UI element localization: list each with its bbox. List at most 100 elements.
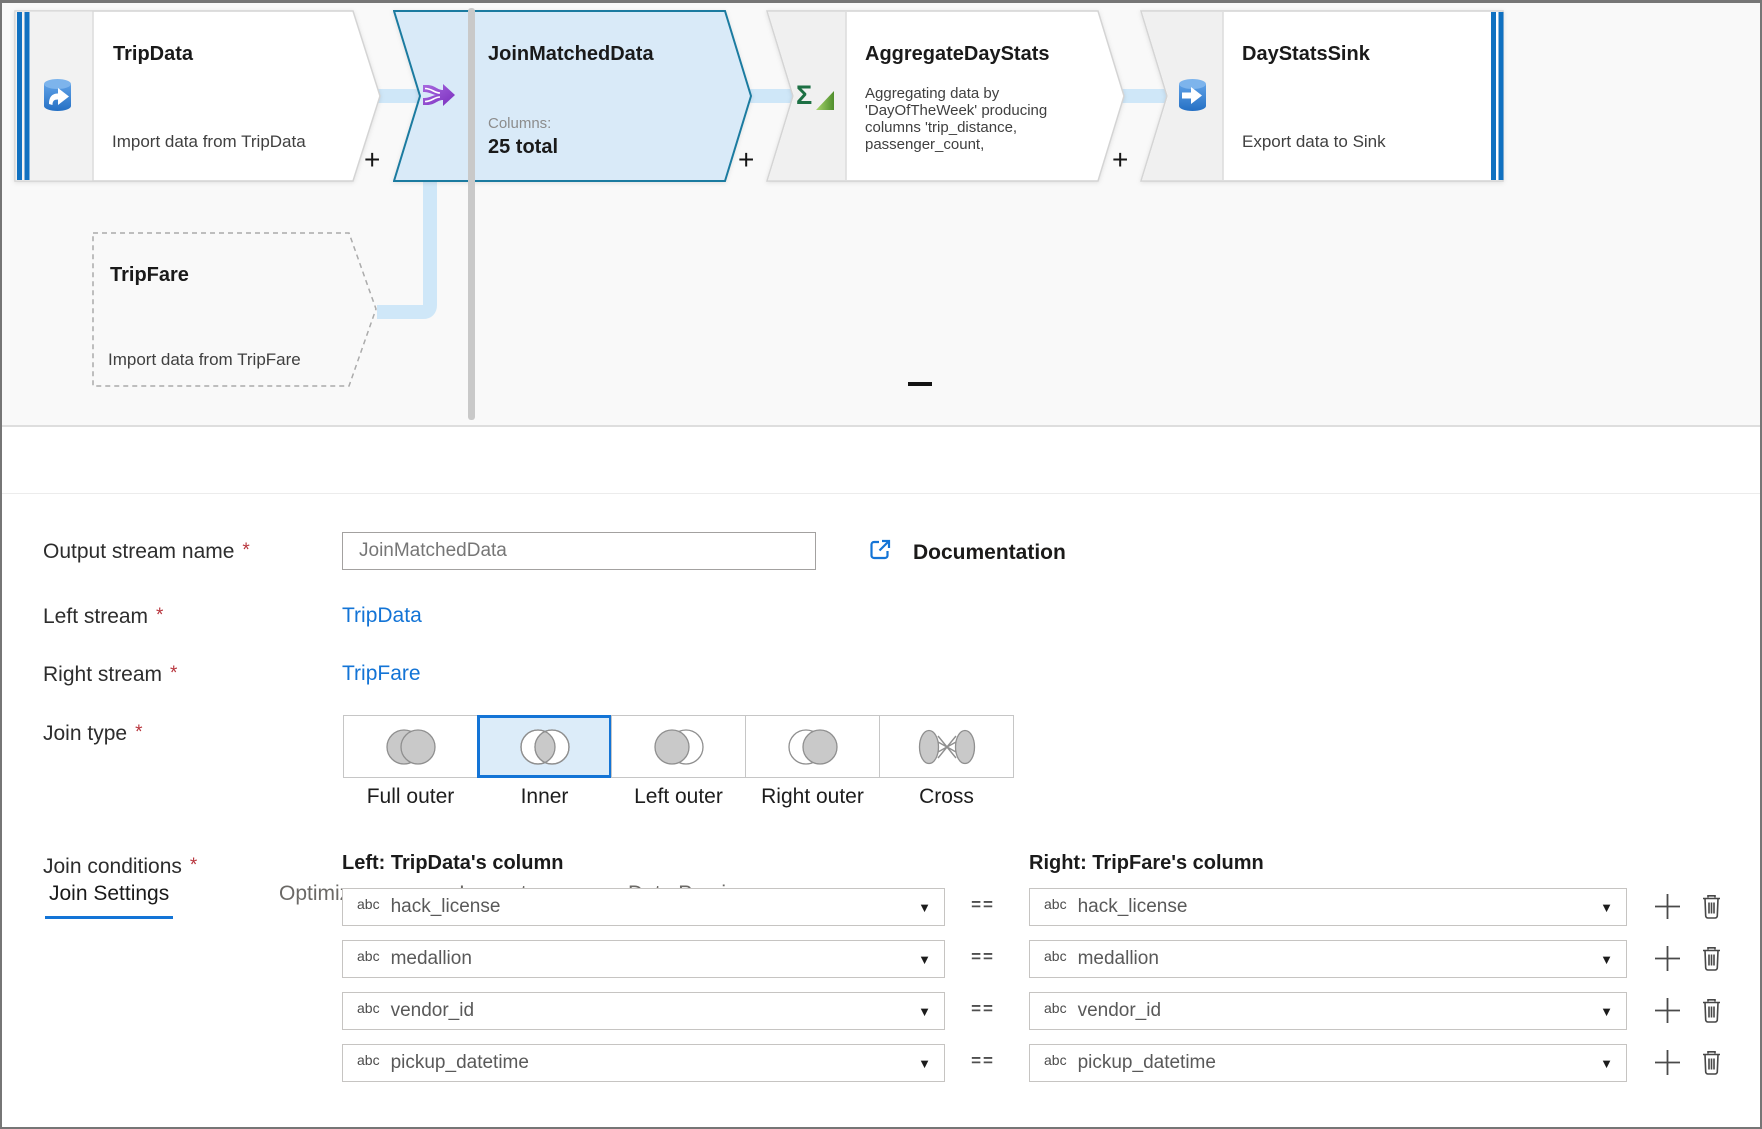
join-type-option-label: Left outer [611,785,746,809]
add-condition-button[interactable] [1652,943,1683,977]
right-column-select[interactable]: abc vendor_id ▼ [1029,992,1627,1030]
required-marker: * [135,722,142,743]
column-name: hack_license [391,896,501,918]
column-name: hack_license [1078,896,1188,918]
node-description: Aggregating data by 'DayOfTheWeek' produ… [865,85,1105,153]
node-title: JoinMatchedData [488,43,654,66]
add-transformation-button[interactable]: + [1112,146,1128,174]
chevron-down-icon: ▼ [1600,1056,1613,1071]
trash-icon [1700,893,1723,920]
string-type-badge: abc [357,1052,380,1068]
node-title: AggregateDayStats [865,43,1050,66]
node-tripdata[interactable]: TripData Import data from TripData [14,10,381,182]
chevron-down-icon: ▼ [1600,1004,1613,1019]
chevron-down-icon: ▼ [918,1056,931,1071]
column-name: medallion [391,948,472,970]
config-panel-tabs: Join Settings Optimize Inspect Data Prev… [0,427,1762,494]
node-aggregatedaystats[interactable]: Σ AggregateDayStats Aggregating data by … [766,10,1126,182]
equals-operator: == [950,895,1016,915]
column-name: medallion [1078,948,1159,970]
join-condition-row: abc pickup_datetime ▼ == abc pickup_date… [0,1044,1762,1082]
column-name: pickup_datetime [391,1052,529,1074]
node-title: TripFare [110,264,189,287]
left-stream-value[interactable]: TripData [342,604,422,628]
add-condition-button[interactable] [1652,891,1683,925]
add-condition-button[interactable] [1652,995,1683,1029]
join-condition-row: abc hack_license ▼ == abc hack_license ▼ [0,888,1762,926]
add-transformation-button[interactable]: + [364,146,380,174]
node-tripfare-ghost[interactable]: TripFare Import data from TripFare [92,232,377,387]
trash-icon [1700,945,1723,972]
node-title: DayStatsSink [1242,43,1370,66]
join-type-right-outer-button[interactable] [745,715,880,778]
join-type-option-label: Full outer [343,785,478,809]
join-condition-row: abc medallion ▼ == abc medallion ▼ [0,940,1762,978]
plus-icon [1652,943,1683,974]
string-type-badge: abc [1044,1000,1067,1016]
venn-inner-icon [513,725,577,769]
column-name: vendor_id [1078,1000,1161,1022]
graph-scrollbar[interactable] [468,8,475,420]
right-column-header: Right: TripFare's column [1029,852,1264,875]
right-stream-value[interactable]: TripFare [342,662,421,686]
add-transformation-button[interactable]: + [738,146,754,174]
left-column-select[interactable]: abc vendor_id ▼ [342,992,945,1030]
node-daystatssink[interactable]: DayStatsSink Export data to Sink [1140,10,1505,182]
equals-operator: == [950,999,1016,1019]
node-columns-count: 25 total [488,136,558,159]
node-description: Import data from TripFare [108,350,301,370]
dataflow-graph-canvas[interactable]: TripData Import data from TripData + Joi… [0,0,1762,427]
delete-condition-button[interactable] [1700,1049,1723,1079]
left-column-select[interactable]: abc hack_license ▼ [342,888,945,926]
documentation-link[interactable] [868,538,892,567]
join-type-inner-button[interactable] [477,715,612,778]
column-name: pickup_datetime [1078,1052,1216,1074]
required-marker: * [190,855,197,876]
trash-icon [1700,1049,1723,1076]
left-column-select[interactable]: abc medallion ▼ [342,940,945,978]
venn-right-outer-icon [781,725,845,769]
equals-operator: == [950,947,1016,967]
join-type-full-outer-button[interactable] [343,715,478,778]
add-condition-button[interactable] [1652,1047,1683,1081]
plus-icon [1652,891,1683,922]
output-stream-name-input[interactable] [342,532,816,570]
node-description: Export data to Sink [1242,132,1386,152]
svg-text:Σ: Σ [796,80,812,110]
required-marker: * [156,605,163,626]
delete-condition-button[interactable] [1700,893,1723,923]
plus-icon [1652,995,1683,1026]
right-column-select[interactable]: abc pickup_datetime ▼ [1029,1044,1627,1082]
chevron-down-icon: ▼ [918,952,931,967]
join-type-cross-button[interactable] [879,715,1014,778]
equals-operator: == [950,1051,1016,1071]
required-marker: * [170,663,177,684]
required-marker: * [242,540,249,561]
dataflow-editor: TripData Import data from TripData + Joi… [0,0,1762,1129]
chevron-down-icon: ▼ [918,900,931,915]
delete-condition-button[interactable] [1700,997,1723,1027]
plus-icon [1652,1047,1683,1078]
venn-full-outer-icon [379,725,443,769]
join-type-left-outer-button[interactable] [611,715,746,778]
left-column-select[interactable]: abc pickup_datetime ▼ [342,1044,945,1082]
left-column-header: Left: TripData's column [342,852,563,875]
node-joinmatcheddata[interactable]: JoinMatchedData Columns: 25 total [393,10,753,182]
aggregate-sigma-icon: Σ [796,80,834,112]
join-type-option-label: Right outer [745,785,880,809]
column-name: vendor_id [391,1000,474,1022]
node-title: TripData [113,43,193,66]
node-columns-label: Columns: [488,115,551,132]
string-type-badge: abc [1044,1052,1067,1068]
join-type-option-label: Cross [879,785,1014,809]
venn-cross-icon [915,725,979,769]
external-link-icon [868,538,892,562]
panel-resize-handle[interactable] [908,382,932,386]
string-type-badge: abc [357,1000,380,1016]
right-column-select[interactable]: abc hack_license ▼ [1029,888,1627,926]
documentation-label[interactable]: Documentation [913,541,1066,565]
sink-database-icon [1176,78,1209,113]
delete-condition-button[interactable] [1700,945,1723,975]
right-column-select[interactable]: abc medallion ▼ [1029,940,1627,978]
chevron-down-icon: ▼ [1600,952,1613,967]
